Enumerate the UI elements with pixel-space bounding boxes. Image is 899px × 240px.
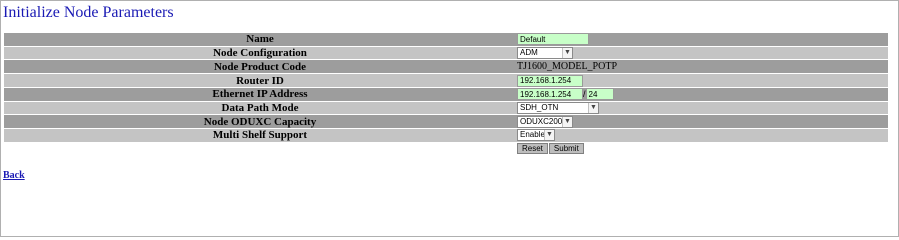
node-product-code-label: Node Product Code <box>4 60 516 74</box>
row-actions: Reset Submit <box>4 143 888 156</box>
data-path-mode-select[interactable]: SDH_OTN ▼ <box>517 102 599 115</box>
chevron-down-icon: ▼ <box>544 130 554 141</box>
oduxc-capacity-select[interactable]: ODUXC200G ▼ <box>517 115 573 128</box>
multi-shelf-value: Enable <box>520 130 544 140</box>
node-configuration-label: Node Configuration <box>4 46 516 60</box>
router-id-input[interactable] <box>517 74 583 87</box>
chevron-down-icon: ▼ <box>562 48 572 59</box>
row-name: Name <box>4 33 888 46</box>
row-oduxc-capacity: Node ODUXC Capacity ODUXC200G ▼ <box>4 115 888 129</box>
row-router-id: Router ID <box>4 74 888 88</box>
chevron-down-icon: ▼ <box>588 103 598 114</box>
node-configuration-value: ADM <box>520 48 538 58</box>
node-parameters-table: Name Node Configuration ADM ▼ Node Produ… <box>4 32 888 157</box>
row-data-path-mode: Data Path Mode SDH_OTN ▼ <box>4 101 888 115</box>
ethernet-ip-label: Ethernet IP Address <box>4 88 516 101</box>
node-product-code-value: TJ1600_MODEL_POTP <box>517 61 618 73</box>
back-link[interactable]: Back <box>3 170 25 181</box>
ip-prefix-input[interactable] <box>585 88 614 101</box>
page-title: Initialize Node Parameters <box>3 4 174 21</box>
chevron-down-icon: ▼ <box>562 116 572 127</box>
submit-button[interactable]: Submit <box>548 143 584 155</box>
reset-button[interactable]: Reset <box>517 143 548 155</box>
multi-shelf-label: Multi Shelf Support <box>4 129 516 142</box>
ethernet-ip-input[interactable] <box>517 88 583 101</box>
oduxc-capacity-label: Node ODUXC Capacity <box>4 115 516 129</box>
multi-shelf-select[interactable]: Enable ▼ <box>517 129 555 142</box>
row-node-product-code: Node Product Code TJ1600_MODEL_POTP <box>4 60 888 74</box>
name-input[interactable] <box>517 33 589 46</box>
data-path-mode-value: SDH_OTN <box>520 103 559 113</box>
oduxc-capacity-value: ODUXC200G <box>520 116 562 126</box>
row-multi-shelf: Multi Shelf Support Enable ▼ <box>4 129 888 142</box>
row-ethernet-ip: Ethernet IP Address / <box>4 88 888 101</box>
router-id-label: Router ID <box>4 74 516 88</box>
node-configuration-select[interactable]: ADM ▼ <box>517 47 573 60</box>
name-label: Name <box>4 33 516 46</box>
row-node-configuration: Node Configuration ADM ▼ <box>4 46 888 60</box>
data-path-mode-label: Data Path Mode <box>4 101 516 115</box>
